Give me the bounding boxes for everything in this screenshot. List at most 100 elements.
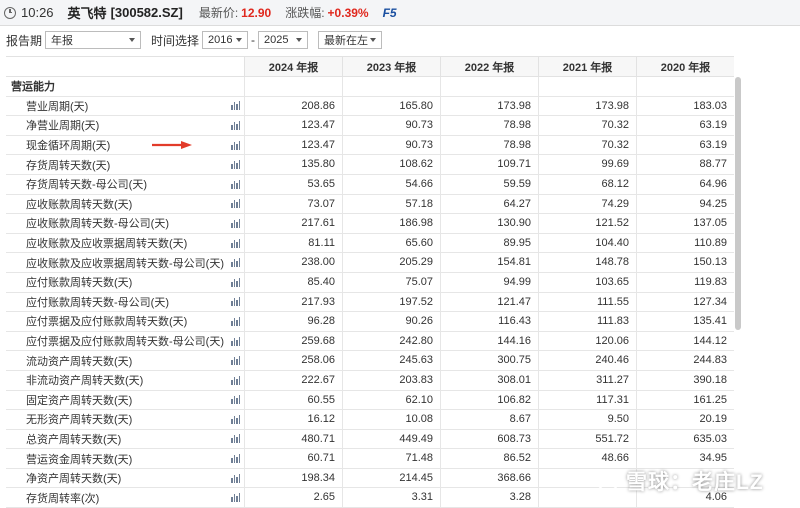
row-label: 存货周转率(次)	[26, 492, 100, 505]
table-cell: 104.40	[538, 233, 636, 253]
table-header: 2024 年报 2023 年报 2022 年报 2021 年报 2020 年报	[6, 56, 734, 77]
table-cell: 64.96	[636, 174, 734, 194]
table-cell: 65.60	[342, 233, 440, 253]
table-cell: 111.55	[538, 292, 636, 312]
bar-chart-icon[interactable]	[231, 120, 240, 130]
table-row[interactable]: 应付账款周转天数(天) 85.40 75.07 94.99 103.65 119.83	[6, 272, 734, 293]
row-label: 应收账款周转天数(天)	[26, 198, 133, 211]
table-row[interactable]: 应付账款周转天数-母公司(天) 217.93 197.52 121.47 111.55 1…	[6, 292, 734, 313]
table-cell: 173.98	[440, 96, 538, 116]
bar-chart-icon[interactable]	[231, 160, 240, 170]
table-cell: 109.71	[440, 155, 538, 174]
table-cell: 217.61	[244, 214, 342, 233]
bar-chart-icon[interactable]	[231, 277, 240, 287]
table-cell: 148.78	[538, 253, 636, 272]
table-cell: 311.27	[538, 370, 636, 390]
table-row[interactable]: 净营业周期(天) 123.47 90.73 78.98 70.32 63.19	[6, 116, 734, 136]
row-label: 非流动资产周转天数(天)	[26, 375, 144, 388]
table-cell: 390.18	[636, 370, 734, 390]
row-label-cell: 净营业周期(天)	[6, 116, 244, 135]
table-cell: 90.73	[342, 135, 440, 155]
table-row[interactable]: 应收账款及应收票据周转天数-母公司(天) 238.00 205.29 154.81 14…	[6, 253, 734, 273]
order-value: 最新在左	[324, 35, 369, 47]
table-cell: 121.52	[538, 214, 636, 233]
bar-chart-icon[interactable]	[231, 199, 240, 209]
table-row[interactable]: 无形资产周转天数(天) 16.12 10.08 8.67 9.50 20.19	[6, 410, 734, 430]
filter-bar: 报告期 年报 时间选择 2016 - 2025 最新在左	[0, 26, 800, 54]
bar-chart-icon[interactable]	[231, 316, 240, 326]
table-cell: 70.32	[538, 135, 636, 155]
bar-chart-icon[interactable]	[231, 297, 240, 307]
table-cell: 59.59	[440, 174, 538, 194]
table-row[interactable]: 应付票据及应付账款周转天数(天) 96.28 90.26 116.43 111.83 13…	[6, 312, 734, 332]
table-cell: 259.68	[244, 331, 342, 351]
bar-chart-icon[interactable]	[231, 179, 240, 189]
scrollbar-thumb[interactable]	[735, 77, 741, 330]
table-row[interactable]: 存货周转天数-母公司(天) 53.65 54.66 59.59 68.12 64.96	[6, 174, 734, 195]
table-row[interactable]: 流动资产周转天数(天) 258.06 245.63 300.75 240.46 244.8…	[6, 351, 734, 371]
bar-chart-icon[interactable]	[231, 395, 240, 405]
row-label: 应收账款及应收票据周转天数(天)	[26, 238, 188, 251]
table-cell: 9.50	[538, 410, 636, 429]
table-cell: 608.73	[440, 429, 538, 449]
table-cell: 127.34	[636, 292, 734, 312]
header-corner	[6, 57, 244, 76]
bar-chart-icon[interactable]	[231, 356, 240, 366]
bar-chart-icon[interactable]	[231, 473, 240, 483]
table-row[interactable]: 应收账款周转天数(天) 73.07 57.18 64.27 74.29 94.25	[6, 194, 734, 215]
table-cell: 110.89	[636, 233, 734, 253]
order-select[interactable]: 最新在左	[318, 31, 383, 49]
table-row[interactable]: 营业周期(天) 208.86 165.80 173.98 173.98 183.03	[6, 96, 734, 117]
column-header[interactable]: 2020 年报	[636, 57, 734, 76]
bar-chart-icon[interactable]	[231, 336, 240, 346]
table-row[interactable]: 应付票据及应付账款周转天数-母公司(天) 259.68 242.80 144.16 12…	[6, 331, 734, 352]
to-year-select[interactable]: 2025	[258, 31, 309, 49]
bar-chart-icon[interactable]	[231, 258, 240, 268]
range-label: 时间选择	[151, 33, 200, 48]
bar-chart-icon[interactable]	[231, 414, 240, 424]
table-cell: 242.80	[342, 331, 440, 351]
period-select[interactable]: 年报	[45, 31, 142, 49]
column-header[interactable]: 2021 年报	[538, 57, 636, 76]
table-body: 营业周期(天) 208.86 165.80 173.98 173.98 183.03 净营业…	[6, 96, 734, 508]
from-year-select[interactable]: 2016	[202, 31, 249, 49]
table-cell: 89.95	[440, 233, 538, 253]
table-cell: 74.29	[538, 194, 636, 214]
table-cell: 165.80	[342, 96, 440, 116]
chevron-down-icon	[296, 38, 303, 42]
table-row[interactable]: 存货周转天数(天) 135.80 108.62 109.71 99.69 88.77	[6, 155, 734, 175]
price-value: 12.90	[241, 5, 272, 20]
table-cell: 2.65	[244, 488, 342, 508]
bar-chart-icon[interactable]	[231, 218, 240, 228]
bar-chart-icon[interactable]	[231, 454, 240, 464]
table-row[interactable]: 应收账款周转天数-母公司(天) 217.61 186.98 130.90 121.52 1…	[6, 214, 734, 234]
row-label: 应收账款周转天数-母公司(天)	[26, 218, 169, 231]
bar-chart-icon[interactable]	[231, 493, 240, 503]
table-row[interactable]: 现金循环周期(天) 123.47 90.73 78.98 70.32 63.19	[6, 135, 734, 156]
snowball-logo-icon	[597, 470, 619, 492]
table-cell: 60.71	[244, 449, 342, 468]
bar-chart-icon[interactable]	[231, 238, 240, 248]
table-cell: 144.16	[440, 331, 538, 351]
table-row[interactable]: 非流动资产周转天数(天) 222.67 203.83 308.01 311.27 390.…	[6, 370, 734, 391]
table-cell: 119.83	[636, 272, 734, 292]
bar-chart-icon[interactable]	[231, 140, 240, 150]
f5-button[interactable]: F5	[383, 6, 397, 20]
table-cell: 368.66	[440, 468, 538, 488]
column-header[interactable]: 2022 年报	[440, 57, 538, 76]
table-row[interactable]: 固定资产周转天数(天) 60.55 62.10 106.82 117.31 161.25	[6, 390, 734, 411]
table-cell: 94.25	[636, 194, 734, 214]
row-label: 应付账款周转天数-母公司(天)	[26, 296, 169, 309]
column-header[interactable]: 2024 年报	[244, 57, 342, 76]
row-label: 净营业周期(天)	[26, 120, 100, 133]
bar-chart-icon[interactable]	[231, 101, 240, 111]
bar-chart-icon[interactable]	[231, 375, 240, 385]
table-cell: 68.12	[538, 174, 636, 194]
table-row[interactable]: 总资产周转天数(天) 480.71 449.49 608.73 551.72 635.03	[6, 429, 734, 450]
table-cell: 117.31	[538, 390, 636, 410]
column-header[interactable]: 2023 年报	[342, 57, 440, 76]
table-row[interactable]: 应收账款及应收票据周转天数(天) 81.11 65.60 89.95 104.40 110…	[6, 233, 734, 254]
table-cell: 116.43	[440, 312, 538, 331]
row-label-cell: 固定资产周转天数(天)	[6, 391, 244, 410]
bar-chart-icon[interactable]	[231, 434, 240, 444]
